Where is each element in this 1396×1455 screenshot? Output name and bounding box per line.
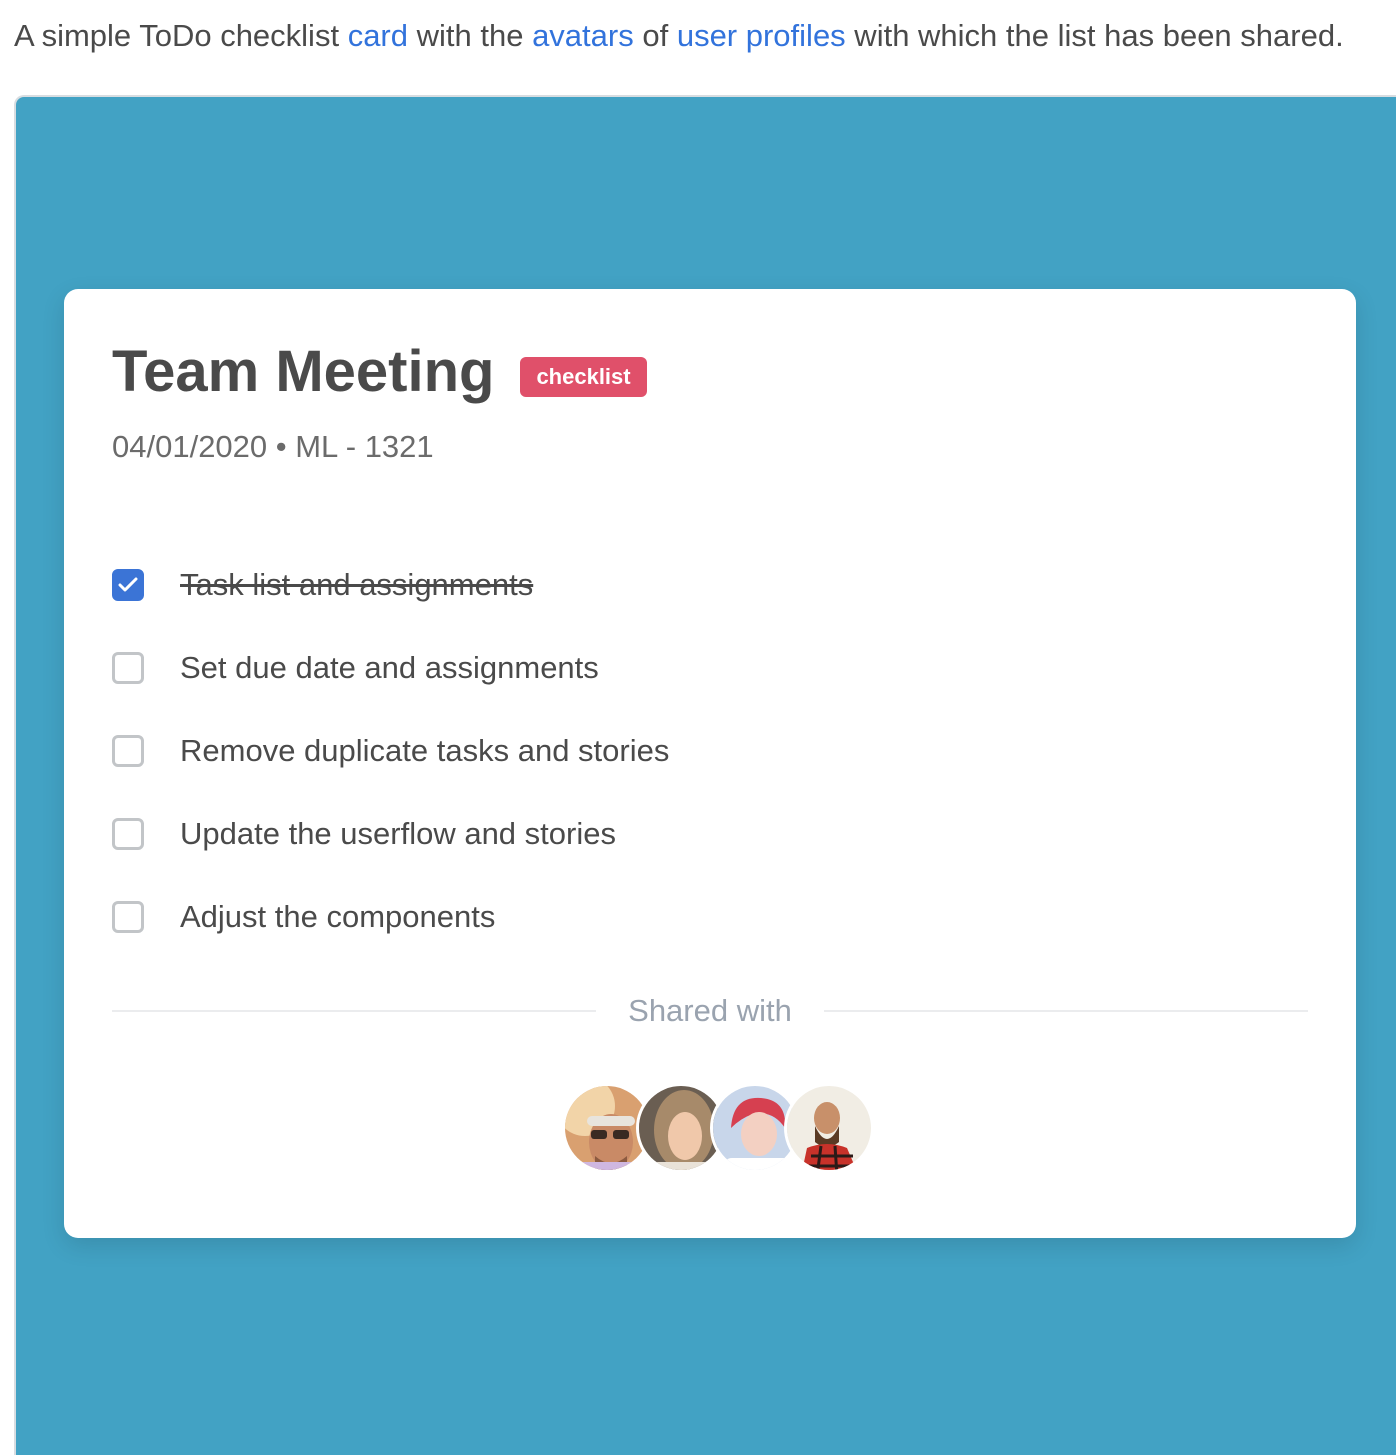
avatars-link[interactable]: avatars xyxy=(532,18,634,53)
task-label: Remove duplicate tasks and stories xyxy=(180,732,670,768)
task-label: Adjust the components xyxy=(180,898,496,934)
card-link[interactable]: card xyxy=(348,18,408,53)
task-label: Update the userflow and stories xyxy=(180,815,616,851)
user-profiles-link[interactable]: user profiles xyxy=(677,18,846,53)
divider-line-right xyxy=(823,1010,1308,1012)
task-checkbox[interactable] xyxy=(112,900,144,933)
intro-part-4: with which the list has been shared. xyxy=(845,18,1344,53)
shared-avatars xyxy=(562,1083,874,1173)
intro-text: A simple ToDo checklist card with the av… xyxy=(14,14,1344,58)
task-label: Task list and assignments xyxy=(180,566,534,602)
task-checkbox[interactable] xyxy=(112,817,144,850)
task-checkbox[interactable] xyxy=(112,651,144,684)
intro-part-3: of xyxy=(633,18,677,53)
todo-card: Team Meeting checklist 04/01/2020 • ML -… xyxy=(64,289,1356,1238)
todo-item[interactable]: Remove duplicate tasks and stories xyxy=(112,709,669,792)
card-title: Team Meeting xyxy=(112,339,495,404)
divider-line-left xyxy=(112,1010,597,1012)
todo-item[interactable]: Task list and assignments xyxy=(112,543,669,626)
checklist-tag: checklist xyxy=(520,357,647,397)
intro-part-2: with the xyxy=(408,18,533,53)
task-label: Set due date and assignments xyxy=(180,649,599,685)
avatar[interactable] xyxy=(784,1083,874,1173)
card-meta: 04/01/2020 • ML - 1321 xyxy=(112,429,434,464)
task-checkbox[interactable] xyxy=(112,734,144,767)
intro-part-1: A simple ToDo checklist xyxy=(14,18,348,53)
check-icon xyxy=(118,577,138,591)
title-row: Team Meeting checklist xyxy=(112,339,647,405)
shared-with-divider: Shared with xyxy=(112,989,1308,1033)
todo-item[interactable]: Update the userflow and stories xyxy=(112,792,669,875)
todo-item[interactable]: Set due date and assignments xyxy=(112,626,669,709)
shared-with-label: Shared with xyxy=(628,993,792,1028)
todo-list: Task list and assignments Set due date a… xyxy=(112,543,669,958)
todo-item[interactable]: Adjust the components xyxy=(112,875,669,958)
task-checkbox-checked[interactable] xyxy=(112,568,144,601)
